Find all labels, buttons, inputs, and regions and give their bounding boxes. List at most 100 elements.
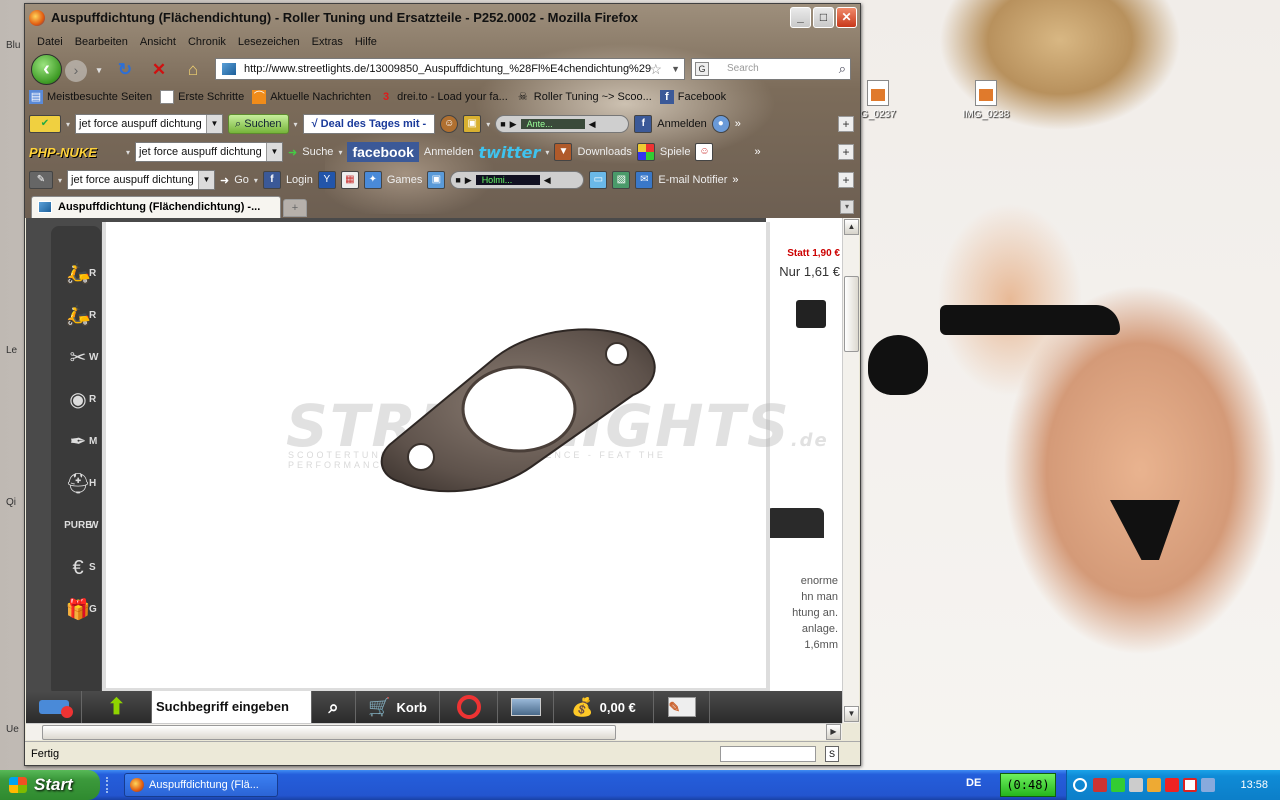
play-icon[interactable]: ▶ (510, 119, 517, 130)
tray-volume-icon[interactable] (1129, 778, 1143, 792)
vertical-scroll-thumb[interactable] (844, 276, 859, 352)
games-link[interactable]: Games (387, 174, 422, 186)
history-dropdown-icon[interactable]: ▾ (89, 60, 109, 80)
stop-icon[interactable]: ■ (500, 119, 505, 129)
sidebar-item-scooter-parts[interactable]: 🛵 R (59, 298, 97, 334)
more-icon[interactable]: » (754, 146, 760, 158)
php-nuke-logo[interactable]: PHP-NUKE (29, 145, 121, 160)
login-link[interactable]: Login (286, 174, 313, 186)
tab-list-icon[interactable]: ▾ (840, 200, 854, 214)
anmelden-link[interactable]: Anmelden (424, 146, 474, 158)
email-notifier-link[interactable]: E-mail Notifier (658, 174, 727, 186)
close-button[interactable]: ✕ (836, 7, 857, 28)
scroll-right-arrow[interactable]: ▶ (826, 724, 841, 740)
sidebar-item-pure[interactable]: PURE W (59, 508, 98, 544)
anmelden-link[interactable]: Anmelden (657, 118, 707, 130)
bookmark-item[interactable]: ☠ Roller Tuning ~> Scoo... (516, 86, 652, 108)
tray-update-icon[interactable] (1147, 778, 1161, 792)
chat-icon[interactable]: ▭ (589, 171, 608, 189)
bookmark-item[interactable]: Erste Schritte (160, 86, 244, 108)
dropdown-arrow-icon[interactable]: ▾ (126, 148, 130, 157)
chevron-down-icon[interactable]: ▼ (206, 115, 223, 133)
tray-security-icon[interactable] (1165, 778, 1179, 792)
facebook-icon[interactable]: f (262, 171, 281, 189)
radio-player[interactable]: ■ ▶ Holmi... ◀ (450, 171, 585, 189)
suchen-button[interactable]: ⌕ Suchen (228, 114, 289, 134)
scroll-top-button[interactable]: ⬆ (82, 691, 152, 723)
puzzle-icon[interactable]: ✦ (363, 171, 382, 189)
toolbar-search-input[interactable]: jet force auspuff dichtung ▼ (135, 142, 284, 162)
media-player[interactable]: ■ ▶ Ante... ◀ (495, 115, 630, 133)
twitter-button[interactable]: twitter (478, 143, 540, 162)
avatar-icon[interactable]: ☺ (695, 143, 714, 161)
bookmark-item[interactable]: 3 drei.to - Load your fa... (379, 86, 508, 108)
quick-launch-grip[interactable] (106, 777, 118, 793)
toolbar-search-input[interactable]: jet force auspuff dichtung ▼ (75, 114, 224, 134)
deal-box[interactable]: √ Deal des Tages mit - (302, 114, 436, 134)
tv-icon[interactable]: ▣ (463, 115, 482, 133)
dropdown-arrow-icon[interactable]: ▾ (338, 148, 342, 157)
forward-button[interactable]: › (65, 60, 87, 82)
menu-datei[interactable]: Datei (31, 32, 69, 52)
add-toolbar-button[interactable]: + (838, 172, 854, 188)
dropdown-arrow-icon[interactable]: ▾ (486, 120, 490, 129)
bookmark-item[interactable]: ▤ Meistbesuchte Seiten (29, 86, 152, 108)
horizontal-scrollbar[interactable]: ▶ (26, 723, 842, 740)
play-icon[interactable]: ▶ (465, 175, 472, 186)
tab-active[interactable]: Auspuffdichtung (Flächendichtung) -... (31, 196, 281, 218)
more-icon[interactable]: » (732, 174, 738, 186)
menu-hilfe[interactable]: Hilfe (349, 32, 383, 52)
shop-search-input[interactable]: Suchbegriff eingeben (152, 691, 312, 723)
download-mascot-icon[interactable]: ▼ (554, 143, 573, 161)
search-engine-icon[interactable]: G (695, 62, 709, 76)
maximize-button[interactable]: □ (813, 7, 834, 28)
desktop-icon-img-0238[interactable]: IMG_0238 (956, 80, 1016, 120)
horizontal-scroll-thumb[interactable] (42, 725, 616, 740)
arrow-right-icon[interactable]: ➜ (288, 146, 297, 159)
chevron-down-icon[interactable]: ▼ (198, 171, 215, 189)
volume-icon[interactable]: ◀ (544, 175, 551, 186)
bookmark-item[interactable]: ⌒ Aktuelle Nachrichten (252, 86, 371, 108)
add-toolbar-button[interactable]: + (838, 144, 854, 160)
shop-search-button[interactable]: ⌕ (312, 691, 356, 723)
title-bar[interactable]: Auspuffdichtung (Flächendichtung) - Roll… (25, 4, 860, 32)
web-search-box[interactable]: G Search ⌕ (691, 58, 851, 80)
photo-icon[interactable]: ▧ (612, 171, 631, 189)
sidebar-item-gift[interactable]: 🎁 G (59, 592, 97, 628)
toolbar-search-input[interactable]: jet force auspuff dichtung ▼ (67, 170, 216, 190)
tray-shield-icon[interactable] (1183, 778, 1197, 792)
dropdown-arrow-icon[interactable]: ▾ (58, 176, 62, 185)
volume-icon[interactable]: ◀ (589, 119, 596, 130)
sidebar-item-helmet[interactable]: ⛑ H (59, 466, 97, 502)
menu-lesezeichen[interactable]: Lesezeichen (232, 32, 306, 52)
balance-button[interactable]: 💰 0,00 € (554, 691, 654, 723)
home-icon[interactable]: ⌂ (183, 60, 203, 80)
menu-chronik[interactable]: Chronik (182, 32, 232, 52)
downloads-link[interactable]: Downloads (577, 146, 631, 158)
bookmark-item[interactable]: f Facebook (659, 86, 726, 108)
suche-link[interactable]: Suche (302, 146, 333, 158)
vertical-scrollbar[interactable]: ▲ ▼ (842, 218, 859, 723)
clock[interactable]: 13:58 (1240, 770, 1268, 800)
menu-extras[interactable]: Extras (306, 32, 349, 52)
sidebar-item-euro[interactable]: € S (59, 550, 97, 586)
sidebar-item-tires[interactable]: ◉ R (59, 382, 97, 418)
cart-button[interactable]: 🛒 Korb (356, 691, 440, 723)
calendar-icon[interactable]: ▦ (340, 171, 359, 189)
print-icon[interactable] (796, 300, 826, 328)
radio-icon[interactable]: ▣ (427, 171, 446, 189)
bookmark-star-icon[interactable]: ☆ (649, 59, 662, 79)
url-dropdown-icon[interactable]: ▼ (671, 59, 680, 79)
minimize-button[interactable]: _ (790, 7, 811, 28)
scroll-down-arrow[interactable]: ▼ (844, 706, 859, 722)
chevron-down-icon[interactable]: ▼ (266, 143, 283, 161)
remove-card-button[interactable] (26, 691, 82, 723)
stop-icon[interactable]: ■ (455, 175, 460, 185)
go-link[interactable]: Go (234, 174, 249, 186)
menu-ansicht[interactable]: Ansicht (134, 32, 182, 52)
sidebar-item-mirror[interactable]: ✒ M (59, 424, 98, 460)
sidebar-item-tools[interactable]: ✂ W (59, 340, 99, 376)
window-button[interactable] (498, 691, 554, 723)
people-icon[interactable]: ● (711, 115, 730, 133)
product-image-lightbox[interactable]: STREETLIGHTS.de SCOOTERTUNING - FEEL THE… (102, 222, 827, 692)
